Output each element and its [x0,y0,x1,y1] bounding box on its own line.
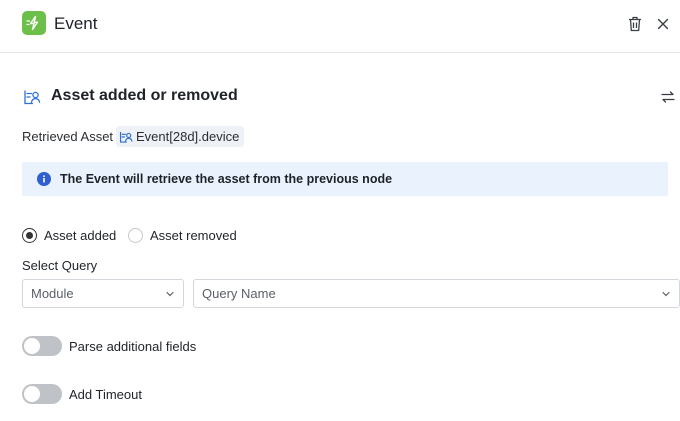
radio-button[interactable] [128,227,143,243]
panel-title: Event [54,14,98,33]
chevron-down-icon [166,291,174,297]
query-name-select-value: Query Name [202,286,276,301]
radio-label: Asset added [44,227,117,243]
radio-label: Asset removed [150,227,237,243]
radio-button-checked[interactable] [22,227,37,243]
radio-asset-added[interactable]: Asset added [22,226,116,244]
swap-icon[interactable] [660,89,676,105]
module-select[interactable]: Module [22,279,184,308]
parse-fields-toggle[interactable] [22,336,62,356]
panel-header: Event [0,0,680,53]
info-text: The Event will retrieve the asset from t… [60,172,393,186]
module-select-value: Module [31,286,74,301]
retrieved-asset-value: Event[28d].device [136,129,240,144]
retrieved-asset-label: Retrieved Asset [22,129,114,144]
close-icon [657,18,669,30]
add-timeout-toggle[interactable] [22,384,62,404]
event-bolt-icon [22,11,46,35]
section-title: Asset added or removed [51,87,238,104]
parse-fields-row: Parse additional fields [22,336,196,356]
query-name-select[interactable]: Query Name [193,279,680,308]
radio-asset-removed[interactable]: Asset removed [128,226,237,244]
chevron-down-icon [662,291,670,297]
info-banner: The Event will retrieve the asset from t… [22,162,668,196]
retrieved-asset-chip: Event[28d].device [116,126,245,147]
add-timeout-row: Add Timeout [22,384,142,404]
delete-button[interactable] [626,14,644,34]
asset-icon [24,90,41,105]
trash-icon [629,16,641,32]
info-icon [37,172,51,186]
parse-fields-label: Parse additional fields [69,338,197,354]
asset-icon [119,131,133,143]
close-button[interactable] [654,14,672,34]
add-timeout-label: Add Timeout [69,386,142,402]
select-query-label: Select Query [22,258,98,273]
